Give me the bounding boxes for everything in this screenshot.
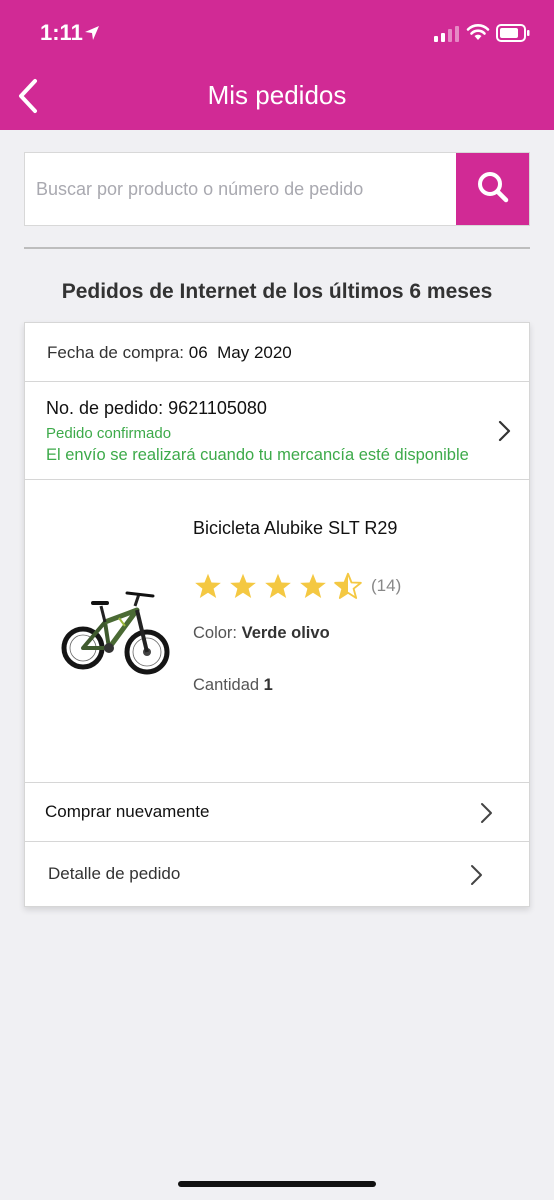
order-status: Pedido confirmado xyxy=(46,425,172,442)
search-button[interactable] xyxy=(456,153,529,225)
rating-stars: (14) xyxy=(193,572,401,600)
quantity-label: Cantidad xyxy=(193,676,260,694)
search-input[interactable] xyxy=(25,153,457,225)
app-header: 1:11 Mis pedidos xyxy=(0,0,554,130)
bicycle-image[interactable] xyxy=(61,588,173,689)
purchase-date-value: 06 May 2020 xyxy=(188,343,292,362)
order-detail-label: Detalle de pedido xyxy=(48,864,181,883)
shipping-note: El envío se realizará cuando tu mercancí… xyxy=(46,446,469,464)
product-row: Bicicleta Alubike SLT R29 (14) Color: Ve… xyxy=(25,480,529,783)
wifi-icon xyxy=(466,23,490,46)
quantity-value: 1 xyxy=(263,676,273,694)
battery-icon xyxy=(496,24,530,47)
purchase-date-row: Fecha de compra: 06 May 2020 xyxy=(25,323,529,382)
status-time: 1:11 xyxy=(40,20,83,45)
order-card: Fecha de compra: 06 May 2020 No. de pedi… xyxy=(24,322,530,907)
purchase-date-label: Fecha de compra: xyxy=(47,343,185,362)
location-arrow-icon xyxy=(84,25,100,46)
cellular-signal-icon xyxy=(434,26,460,47)
page-title: Mis pedidos xyxy=(207,80,347,110)
chevron-right-icon xyxy=(497,420,511,447)
chevron-right-icon xyxy=(469,864,483,891)
product-name[interactable]: Bicicleta Alubike SLT R29 xyxy=(193,518,397,539)
star-full-icon xyxy=(265,573,291,599)
section-title: Pedidos de Internet de los últimos 6 mes… xyxy=(61,280,493,303)
order-number-label: No. de pedido: xyxy=(46,398,164,418)
order-detail-button[interactable]: Detalle de pedido xyxy=(25,842,529,906)
star-full-icon xyxy=(195,573,221,599)
color-label: Color: xyxy=(193,624,238,642)
search-bar xyxy=(24,152,530,226)
divider xyxy=(24,247,530,249)
star-full-icon xyxy=(300,573,326,599)
review-count: (14) xyxy=(371,576,402,595)
chevron-right-icon xyxy=(479,802,493,829)
buy-again-label: Comprar nuevamente xyxy=(45,802,210,821)
buy-again-button[interactable]: Comprar nuevamente xyxy=(25,783,529,842)
search-icon xyxy=(476,170,510,209)
order-number-value: 9621105080 xyxy=(168,398,267,418)
home-indicator[interactable] xyxy=(178,1181,376,1187)
status-bar: 1:11 xyxy=(0,0,554,68)
star-full-icon xyxy=(230,573,256,599)
star-half-icon xyxy=(334,572,362,599)
color-value: Verde olivo xyxy=(241,624,330,642)
order-summary-row[interactable]: No. de pedido: 9621105080 Pedido confirm… xyxy=(25,382,529,480)
